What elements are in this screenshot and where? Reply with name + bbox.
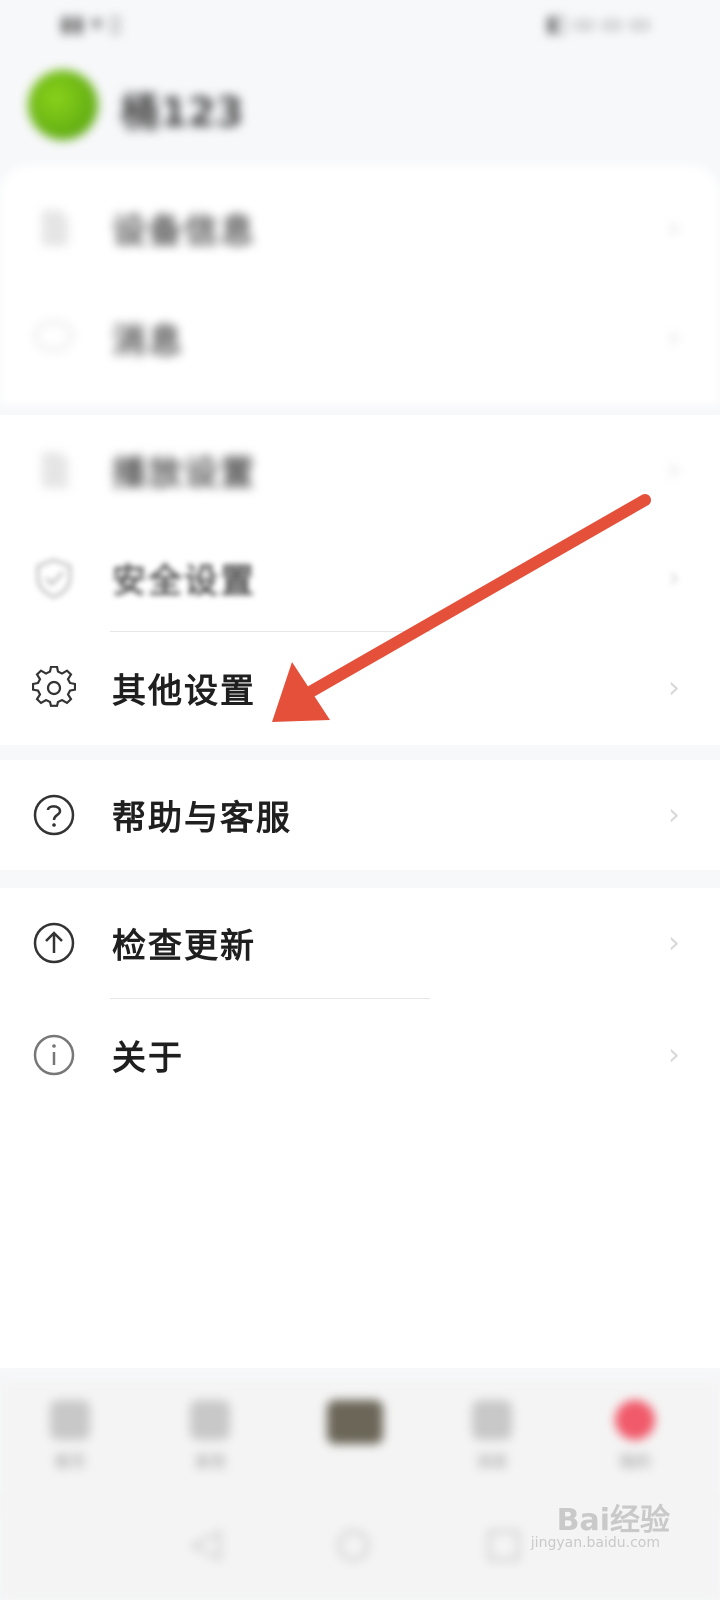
nav-label: 首页 <box>53 1452 86 1471</box>
watermark-logo: Bai经验 <box>556 1503 670 1538</box>
nav-me[interactable]: 我的 <box>575 1400 695 1472</box>
nav-center[interactable] <box>295 1400 415 1452</box>
menu-item-help-support[interactable]: 帮助与客服 › <box>0 760 720 870</box>
nav-discover[interactable]: 发现 <box>150 1400 270 1472</box>
chevron-right-icon: › <box>668 925 680 961</box>
nav-label: 我的 <box>618 1452 651 1471</box>
document-icon <box>42 210 68 246</box>
status-left: ▮▮ ▾ ▯ <box>60 12 122 37</box>
menu-item-playback-settings[interactable]: 播放设置 › <box>0 415 720 525</box>
profile-header[interactable]: 桶123 <box>0 60 720 160</box>
status-bar: ▮▮ ▾ ▯ ◧ ▭ ▭ ▭ <box>0 0 720 50</box>
menu-item-label: 消息 <box>112 321 184 362</box>
back-icon[interactable]: ◁ <box>190 1520 221 1566</box>
nav-label: 发现 <box>193 1452 226 1471</box>
info-circle-icon <box>33 1034 75 1076</box>
chevron-right-icon: › <box>668 452 680 488</box>
menu-item-other-settings[interactable]: 其他设置 › <box>0 633 720 743</box>
menu-section-1: 设备信息 › 消息 › <box>0 165 720 405</box>
home-button-icon[interactable]: ○ <box>336 1520 371 1566</box>
menu-section-3: 帮助与客服 › <box>0 760 720 870</box>
help-circle-icon <box>33 794 75 836</box>
menu-section-4: 检查更新 › 关于 › <box>0 888 720 1368</box>
divider <box>110 631 430 632</box>
menu-item-label: 帮助与客服 <box>112 798 292 839</box>
menu-item-label: 播放设置 <box>112 453 256 494</box>
menu-item-label: 其他设置 <box>112 671 256 712</box>
menu-item-about[interactable]: 关于 › <box>0 1000 720 1110</box>
watermark-url: jingyan.baidu.com <box>530 1535 660 1551</box>
menu-item-label: 安全设置 <box>112 561 256 602</box>
nav-messages[interactable]: 消息 <box>432 1400 552 1472</box>
nav-home[interactable]: 首页 <box>10 1400 130 1472</box>
shield-check-icon <box>36 558 72 599</box>
status-right: ◧ ▭ ▭ ▭ <box>545 12 650 37</box>
discover-icon <box>190 1400 230 1440</box>
username: 桶123 <box>120 90 244 136</box>
home-icon <box>50 1400 90 1440</box>
chevron-right-icon: › <box>668 320 680 356</box>
chevron-right-icon: › <box>668 210 680 246</box>
recents-icon[interactable]: □ <box>485 1520 523 1566</box>
upload-circle-icon <box>33 922 75 964</box>
message-icon <box>472 1400 512 1440</box>
avatar[interactable] <box>28 70 98 140</box>
chevron-right-icon: › <box>668 1037 680 1073</box>
menu-item-messages[interactable]: 消息 › <box>0 283 720 393</box>
file-icon <box>42 452 68 488</box>
menu-section-2: 播放设置 › 安全设置 › 其他设置 › <box>0 415 720 745</box>
chevron-right-icon: › <box>668 797 680 833</box>
nav-label: 消息 <box>475 1452 508 1471</box>
profile-icon <box>615 1400 655 1440</box>
divider <box>110 998 430 999</box>
menu-item-label: 检查更新 <box>112 926 256 967</box>
gear-icon <box>32 666 76 707</box>
menu-item-security-settings[interactable]: 安全设置 › <box>0 523 720 633</box>
chat-icon <box>34 320 74 352</box>
menu-item-device-info[interactable]: 设备信息 › <box>0 173 720 283</box>
chevron-right-icon: › <box>668 670 680 706</box>
menu-item-check-update[interactable]: 检查更新 › <box>0 888 720 998</box>
chevron-right-icon: › <box>668 560 680 596</box>
bottom-nav: 首页 发现 消息 我的 <box>0 1380 720 1510</box>
menu-item-label: 关于 <box>112 1038 184 1079</box>
thumbnail-icon <box>327 1400 383 1444</box>
menu-item-label: 设备信息 <box>112 211 256 252</box>
